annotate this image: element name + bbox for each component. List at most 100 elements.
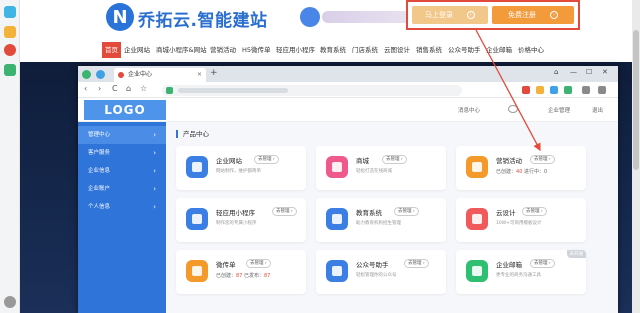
forward-icon[interactable]: › (98, 84, 101, 93)
chevron-right-icon: › (153, 149, 156, 157)
mail-icon[interactable] (4, 64, 16, 76)
chevron-right-icon: › (153, 185, 156, 193)
admin-header: LOGO 消息中心 企业管理 退出 (78, 98, 618, 122)
browser-logo-icon[interactable] (82, 70, 91, 79)
card-description: 制作您的专属小程序 (216, 221, 257, 226)
manage-button[interactable]: 去管理 › (404, 259, 429, 268)
minimize-icon[interactable]: — (570, 68, 577, 76)
blurred-username (322, 11, 414, 23)
nav-store[interactable]: 门店系统 (352, 42, 378, 58)
tab-enterprise-center[interactable]: 企业中心 × (114, 68, 206, 82)
manage-button[interactable]: 去管理 › (246, 259, 271, 268)
manage-button[interactable]: 去管理 › (530, 259, 555, 268)
card-title: 企业邮箱 (496, 261, 522, 269)
admin-sidebar: 管理中心 › 客户服务 › 企业信息 › 企业账户 › 个人信息 › (78, 122, 166, 313)
product-card-wechat-helper[interactable]: 公众号助手 去管理 › 轻松管理你的公众号 (316, 250, 446, 294)
auth-highlight-box: 马上登录 › 免费注册 › (406, 0, 580, 30)
manage-button[interactable]: 去管理 › (272, 207, 297, 216)
nav-education[interactable]: 教育系统 (320, 42, 346, 58)
star-icon[interactable] (4, 26, 16, 38)
manage-button[interactable]: 去管理 › (254, 155, 279, 164)
tab-title: 企业中心 (128, 71, 153, 78)
chat-icon (326, 260, 348, 282)
card-description: 10W+可商用模板设计 (496, 221, 542, 226)
home-icon[interactable]: ⌂ (126, 84, 131, 93)
extension-icon[interactable] (564, 86, 572, 94)
sidebar-item-enterprise-account[interactable]: 企业账户 › (78, 180, 166, 198)
settings-icon[interactable] (4, 296, 16, 308)
refresh-icon[interactable]: C (112, 84, 118, 93)
logout-link[interactable]: 退出 (592, 106, 603, 114)
chevron-right-icon: › (153, 131, 156, 139)
card-title: 商城 (356, 157, 369, 165)
pin-icon[interactable]: ⌂ (554, 68, 558, 76)
shopping-bag-icon (326, 156, 348, 178)
product-card-email[interactable]: 企业邮箱 去管理 › 更专业的商务沟通工具 未开通 (456, 250, 586, 294)
nav-home[interactable]: 首页 (102, 42, 121, 58)
download-icon[interactable] (582, 86, 590, 94)
arrow-right-icon: › (467, 11, 475, 19)
manage-button[interactable]: 去管理 › (530, 155, 555, 164)
nav-sales[interactable]: 销售系统 (416, 42, 442, 58)
stat-value: 40 (516, 169, 523, 175)
stat-value: 87 (236, 273, 243, 279)
product-card-marketing[interactable]: 营销活动 去管理 › 已创建：40 进行中：0 (456, 146, 586, 190)
nav-mall[interactable]: 商城小程序&网站 (156, 42, 207, 58)
sidebar-item-label: 个人信息 (88, 204, 111, 210)
manage-button[interactable]: 去管理 › (394, 207, 419, 216)
message-center-link[interactable]: 消息中心 (458, 106, 480, 114)
card-title: 云设计 (496, 209, 516, 217)
extension-icon[interactable] (536, 86, 544, 94)
section-title: 产品中心 (176, 130, 209, 138)
app-icon[interactable] (4, 6, 16, 18)
sidebar-item-personal-info[interactable]: 个人信息 › (78, 198, 166, 216)
product-card-website[interactable]: 企业网站 去管理 › 网站制作，维护都简单 (176, 146, 306, 190)
manage-button[interactable]: 去管理 › (382, 155, 407, 164)
nav-h5[interactable]: H5微传单 (242, 42, 271, 58)
close-icon[interactable]: × (197, 68, 202, 82)
bookmark-icon[interactable]: ☆ (140, 84, 147, 93)
miniapp-icon (186, 208, 208, 230)
product-card-design[interactable]: 云设计 去管理 › 10W+可商用模板设计 (456, 198, 586, 242)
extension-icon[interactable] (522, 86, 530, 94)
product-card-flyer[interactable]: 微传单 去管理 › 已创建：87 已发布：87 (176, 250, 306, 294)
sidebar-item-management[interactable]: 管理中心 › (78, 126, 166, 144)
new-tab-icon[interactable]: + (210, 68, 218, 78)
outer-sidebar (0, 0, 20, 313)
url-input[interactable] (162, 85, 462, 96)
avatar[interactable] (300, 7, 320, 27)
back-icon[interactable]: ‹ (84, 84, 87, 93)
nav-pricing[interactable]: 价格中心 (518, 42, 544, 58)
window-close-icon[interactable]: ✕ (602, 68, 608, 76)
nav-enterprise-site[interactable]: 企业网站 (124, 42, 150, 58)
browser-menu-icon[interactable] (96, 70, 105, 79)
stat-label: 已发布： (243, 273, 264, 279)
nav-wechat-helper[interactable]: 公众号助手 (448, 42, 481, 58)
site-logo-icon[interactable]: N (106, 3, 134, 31)
status-badge: 未开通 (566, 250, 586, 258)
product-card-education[interactable]: 教育系统 去管理 › 助力教育机构招生管理 (316, 198, 446, 242)
secure-icon (166, 87, 173, 94)
nav-miniapp[interactable]: 轻应用小程序 (276, 42, 315, 58)
register-button[interactable]: 免费注册 › (492, 6, 574, 24)
enterprise-manage-link[interactable]: 企业管理 (548, 106, 570, 114)
sidebar-item-customer-service[interactable]: 客户服务 › (78, 144, 166, 162)
nav-email[interactable]: 企业邮箱 (486, 42, 512, 58)
product-card-miniapp[interactable]: 轻应用小程序 去管理 › 制作您的专属小程序 (176, 198, 306, 242)
scrollbar-thumb[interactable] (633, 30, 639, 170)
login-button[interactable]: 马上登录 › (412, 6, 488, 24)
user-icon[interactable] (508, 105, 518, 113)
nav-marketing[interactable]: 营销活动 (210, 42, 236, 58)
site-title[interactable]: 乔拓云.智能建站 (138, 6, 267, 31)
card-title: 教育系统 (356, 209, 382, 217)
sidebar-item-enterprise-info[interactable]: 企业信息 › (78, 162, 166, 180)
eye-icon[interactable] (4, 44, 16, 56)
admin-logo[interactable]: LOGO (84, 100, 166, 120)
manage-button[interactable]: 去管理 › (522, 207, 547, 216)
extension-icon[interactable] (550, 86, 558, 94)
product-card-mall[interactable]: 商城 去管理 › 轻松打造在线商城 (316, 146, 446, 190)
nav-design[interactable]: 云图设计 (384, 42, 410, 58)
maximize-icon[interactable]: ☐ (586, 68, 592, 76)
card-stats: 已创建：40 进行中：0 (496, 168, 547, 175)
menu-icon[interactable] (598, 86, 606, 94)
